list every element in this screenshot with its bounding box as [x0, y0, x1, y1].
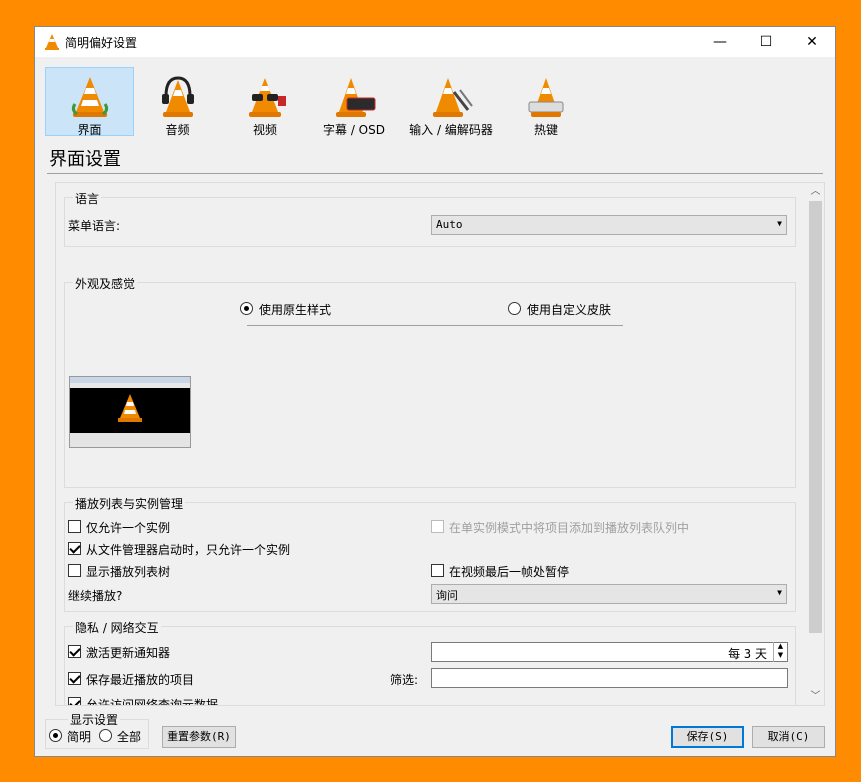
- one-instance-checkbox[interactable]: [68, 520, 81, 533]
- show-playlist-tree-label: 显示播放列表树: [86, 565, 171, 579]
- interface-cone-icon: [71, 77, 108, 117]
- language-group: 语言 菜单语言: Auto ▼: [64, 190, 796, 247]
- enqueue-label: 在单实例模式中将项目添加到播放列表队列中: [449, 521, 690, 535]
- group-title: 显示设置: [68, 711, 121, 728]
- tab-label: 界面: [77, 123, 102, 137]
- all-settings-radio[interactable]: [99, 729, 112, 742]
- update-interval-spinbox[interactable]: 每 3 天 ▲ ▼: [431, 642, 788, 662]
- settings-scroll-area[interactable]: 语言 菜单语言: Auto ▼ 外观及感觉 使用原生样式 使用自定义皮肤 播放列…: [55, 182, 825, 706]
- tab-label: 字幕 / OSD: [323, 123, 385, 137]
- metadata-access-label: 允许访问网络查询元数据: [86, 698, 219, 706]
- tab-label: 视频: [252, 123, 277, 137]
- menu-language-label: 菜单语言:: [68, 219, 121, 233]
- close-button[interactable]: ✕: [789, 27, 835, 57]
- group-title: 语言: [73, 190, 102, 207]
- tab-input-codecs[interactable]: 输入 / 编解码器: [399, 67, 503, 137]
- vertical-scrollbar[interactable]: ︿ ﹀: [807, 183, 824, 705]
- select-value: Auto: [436, 218, 463, 231]
- update-notifier-checkbox[interactable]: [68, 645, 81, 658]
- update-days-value: 3: [743, 647, 752, 661]
- native-style-preview-image: [69, 376, 191, 448]
- tab-interface[interactable]: 界面: [45, 67, 134, 137]
- vlc-cone-icon: [118, 394, 142, 422]
- simple-settings-label: 简明: [67, 730, 92, 744]
- group-title: 外观及感觉: [73, 275, 138, 292]
- custom-skin-label: 使用自定义皮肤: [527, 303, 612, 317]
- look-feel-group: 外观及感觉 使用原生样式 使用自定义皮肤: [64, 275, 796, 488]
- menu-language-select[interactable]: Auto ▼: [431, 215, 787, 235]
- recent-filter-input[interactable]: [431, 668, 788, 688]
- title-divider: [47, 173, 823, 174]
- show-settings-group: 显示设置 简明 全部: [45, 711, 149, 749]
- tab-video[interactable]: 视频: [221, 67, 309, 137]
- tab-label: 热键: [533, 123, 558, 137]
- maximize-button[interactable]: ☐: [743, 27, 789, 57]
- pause-last-frame-label: 在视频最后一帧处暂停: [449, 565, 570, 579]
- window-title: 简明偏好设置: [65, 36, 138, 50]
- tab-label: 音频: [165, 123, 190, 137]
- scroll-up-icon[interactable]: ︿: [807, 183, 824, 200]
- tab-hotkeys[interactable]: 热键: [503, 67, 589, 137]
- native-style-label: 使用原生样式: [259, 303, 332, 317]
- dropdown-arrow-icon: ▼: [777, 588, 782, 597]
- tab-subtitles-osd[interactable]: 字幕 / OSD: [309, 67, 399, 137]
- save-recent-label: 保存最近播放的项目: [86, 673, 195, 687]
- select-value: 询问: [436, 589, 458, 602]
- tab-label: 输入 / 编解码器: [409, 123, 493, 137]
- scroll-thumb[interactable]: [809, 201, 822, 633]
- save-button[interactable]: 保存(S): [671, 726, 744, 748]
- vlc-cone-icon: [45, 34, 59, 50]
- file-manager-instance-label: 从文件管理器启动时，只允许一个实例: [86, 543, 291, 557]
- group-title: 播放列表与实例管理: [73, 495, 186, 512]
- style-divider: [247, 325, 623, 326]
- simple-settings-radio[interactable]: [49, 729, 62, 742]
- pause-last-frame-checkbox[interactable]: [431, 564, 444, 577]
- minimize-button[interactable]: —: [697, 27, 743, 57]
- enqueue-checkbox[interactable]: [431, 520, 444, 533]
- tab-audio[interactable]: 音频: [134, 67, 221, 137]
- show-playlist-tree-checkbox[interactable]: [68, 564, 81, 577]
- hotkey-cone-icon: [528, 78, 564, 117]
- native-style-radio[interactable]: [240, 302, 253, 315]
- reset-preferences-button[interactable]: 重置参数(R): [162, 726, 236, 748]
- codec-cone-icon: [433, 78, 473, 117]
- scroll-down-icon[interactable]: ﹀: [807, 688, 824, 705]
- category-tabs: 界面 音频 视频 字幕 / OSD 输入 / 编解码器 热键: [45, 67, 565, 137]
- metadata-access-checkbox[interactable]: [68, 697, 81, 705]
- one-instance-label: 仅允许一个实例: [86, 521, 171, 535]
- file-manager-instance-checkbox[interactable]: [68, 542, 81, 555]
- glasses-cone-icon: [249, 78, 286, 117]
- filter-label: 筛选:: [390, 673, 419, 687]
- update-every-prefix: 每: [728, 647, 741, 661]
- dropdown-arrow-icon: ▼: [777, 219, 782, 228]
- headphones-cone-icon: [161, 76, 194, 117]
- update-notifier-label: 激活更新通知器: [86, 646, 171, 660]
- update-days-unit: 天: [754, 647, 767, 661]
- custom-skin-radio[interactable]: [508, 302, 521, 315]
- continue-playback-select[interactable]: 询问 ▼: [431, 584, 787, 604]
- subtitle-cone-icon: [336, 78, 376, 117]
- all-settings-label: 全部: [117, 730, 142, 744]
- continue-playback-label: 继续播放?: [68, 589, 123, 603]
- title-bar: 简明偏好设置 — ☐ ✕: [35, 27, 835, 57]
- preferences-window: 简明偏好设置 — ☐ ✕ 界面 音频 视频 字幕 / OSD 输入 / 编解码器…: [34, 26, 836, 757]
- cancel-button[interactable]: 取消(C): [752, 726, 825, 748]
- page-title: 界面设置: [49, 149, 121, 170]
- playlist-group: 播放列表与实例管理 仅允许一个实例 在单实例模式中将项目添加到播放列表队列中 从…: [64, 495, 796, 612]
- save-recent-checkbox[interactable]: [68, 672, 81, 685]
- group-title: 隐私 / 网络交互: [73, 619, 161, 636]
- privacy-group: 隐私 / 网络交互 激活更新通知器 每 3 天 ▲ ▼ 保存最近播放的项目 筛选:…: [64, 619, 796, 706]
- spin-buttons[interactable]: ▲ ▼: [773, 642, 787, 662]
